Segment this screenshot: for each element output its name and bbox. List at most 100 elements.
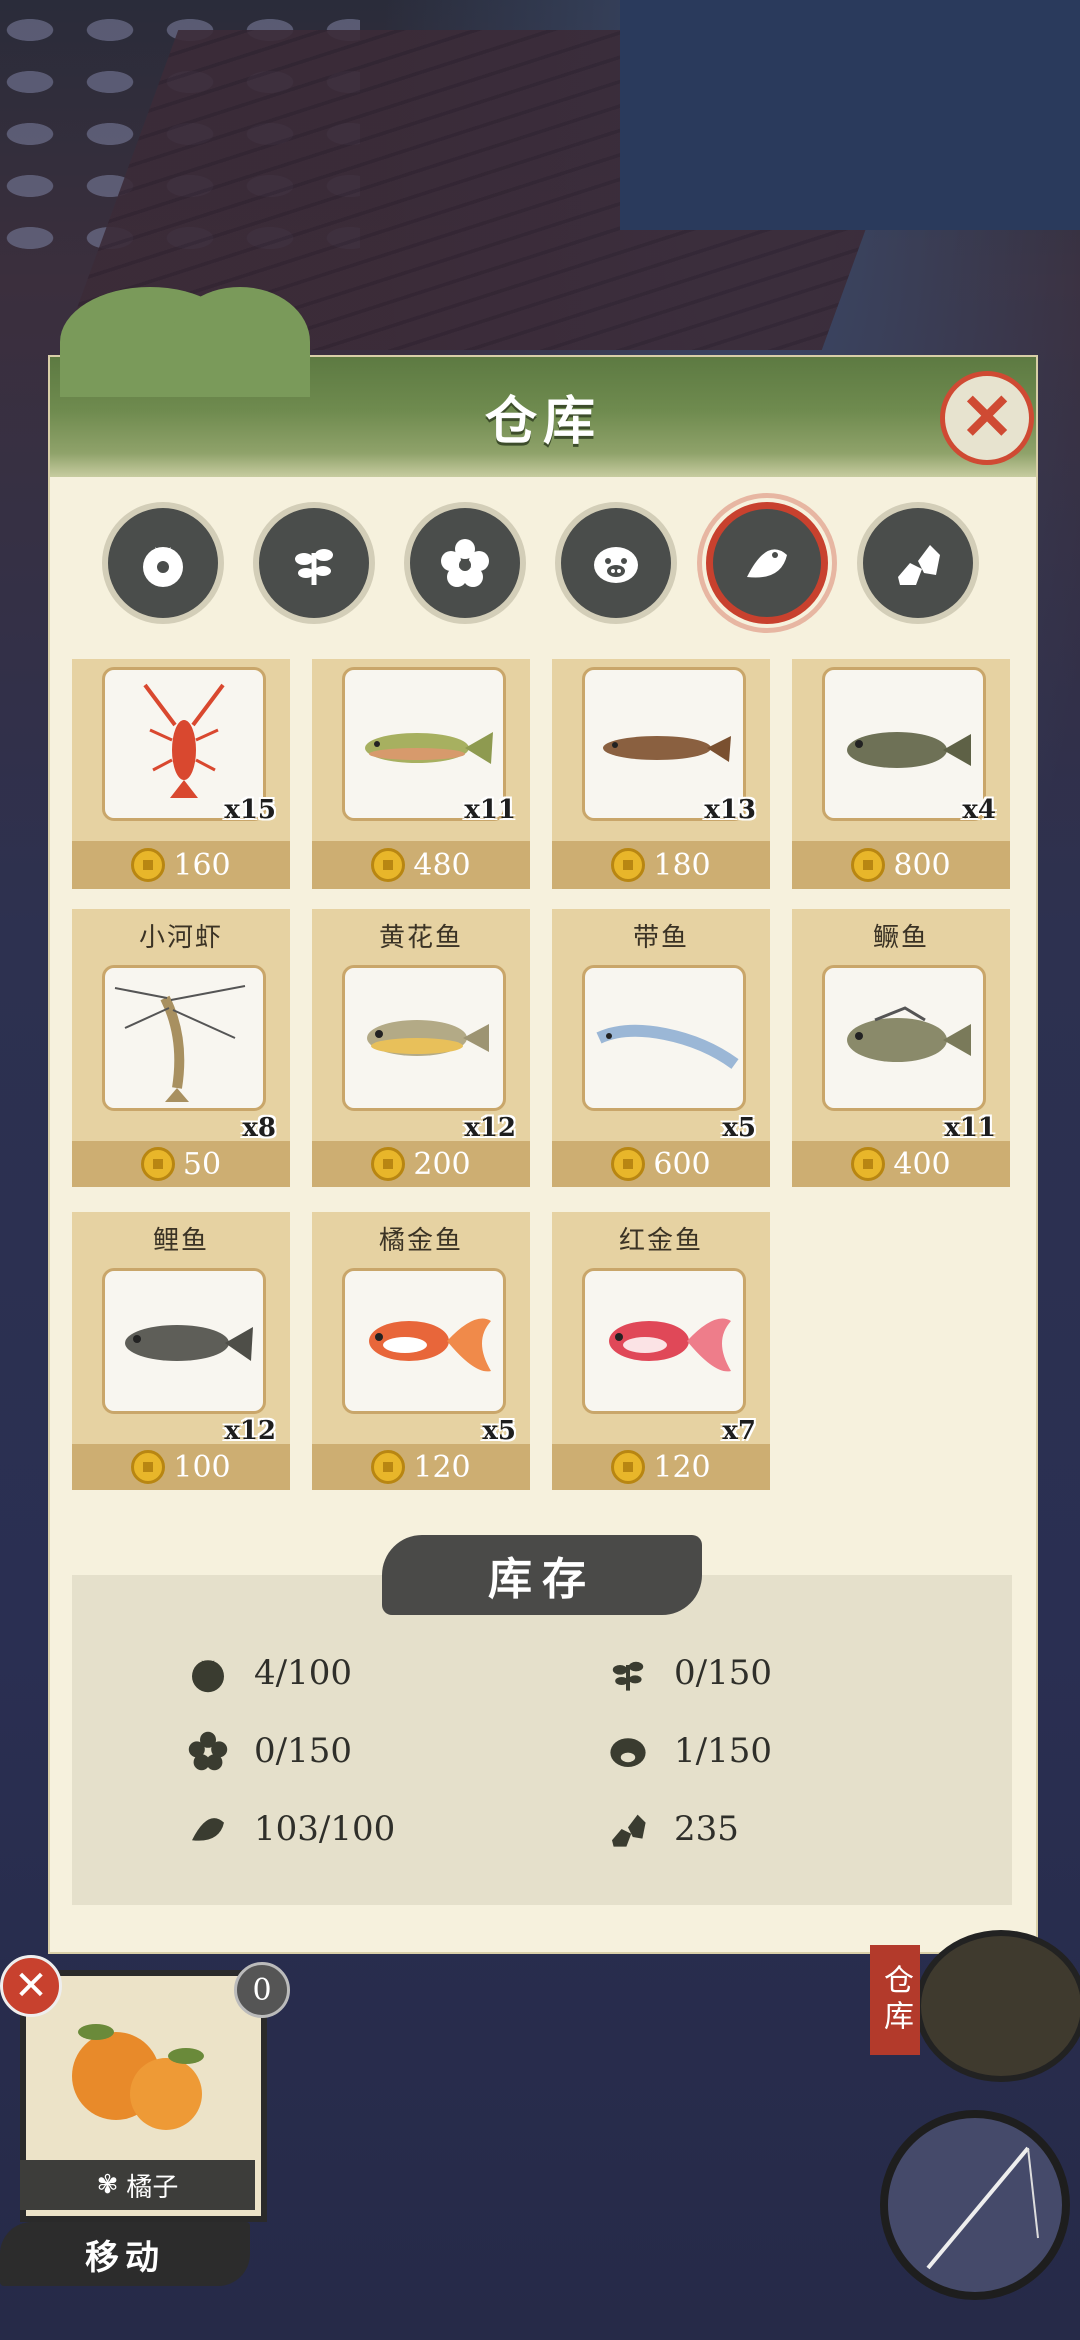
flower-icon [441,539,489,587]
price-value: 50 [182,1146,222,1182]
warehouse-panel: 仓库 ✕ x15 160 x11 480 x13 180 x4 800 小河虾 … [48,287,1038,1954]
coin-icon [140,1147,175,1181]
item-name: 带鱼 [632,923,689,953]
tab-ores[interactable] [857,502,979,624]
move-button[interactable]: 移动 [0,2222,250,2286]
item-quantity: x12 [464,1113,516,1143]
item-image [102,965,266,1111]
herb-icon [602,1647,654,1699]
stock-entry: 1/150 [602,1725,772,1777]
item-price: 200 [312,1141,530,1187]
stock-entry: 0/150 [182,1725,352,1777]
item-image [342,1268,506,1414]
herb-icon [295,549,333,585]
coin-icon [611,1147,646,1181]
item-card[interactable]: 鳜鱼 x11 400 [792,909,1010,1187]
fishing-rod-button[interactable] [880,2110,1070,2300]
stock-entry: 0/150 [602,1647,772,1699]
tab-flowers[interactable] [404,502,526,624]
item-quantity: x5 [722,1113,756,1143]
tab-fish[interactable] [706,502,828,624]
item-card[interactable]: x15 160 [72,659,290,889]
price-value: 200 [413,1146,471,1182]
item-quantity: x15 [224,795,276,825]
coin-icon [611,1450,646,1484]
price-value: 160 [173,847,231,883]
item-name: 橘金鱼 [378,1226,463,1256]
item-card[interactable]: 橘金鱼 x5 120 [312,1212,530,1490]
item-price: 100 [72,1444,290,1490]
coin-icon [851,1147,886,1181]
coin-icon [371,1450,406,1484]
count-badge: 0 [234,1962,290,2018]
item-quantity: x5 [482,1416,516,1446]
panel-header: 仓库 ✕ [50,287,1036,477]
item-card[interactable]: 红金鱼 x7 120 [552,1212,770,1490]
coin-icon [131,1450,166,1484]
orange-goldfish-icon [369,1318,491,1372]
fishing-rod-icon [926,2146,1039,2270]
warehouse-hut[interactable] [915,1930,1080,2082]
item-quantity: x11 [464,795,516,825]
price-value: 120 [653,1449,711,1485]
tomato-icon [182,1647,234,1699]
item-price: 50 [72,1141,290,1187]
tab-vegetables[interactable] [102,502,224,624]
item-image [582,1268,746,1414]
flower-icon [182,1725,234,1777]
pig-icon [594,547,638,583]
item-name: 鳜鱼 [872,923,929,953]
item-quantity: x7 [722,1416,756,1446]
stock-entry: 235 [602,1803,739,1855]
selected-item-name: 橘子 [126,2172,179,2203]
stock-value: 1/150 [674,1731,772,1771]
tab-herbs[interactable] [253,502,375,624]
price-value: 100 [173,1449,231,1485]
coin-icon [611,848,646,882]
item-price: 120 [552,1444,770,1490]
item-card[interactable]: 小河虾 x8 50 [72,909,290,1187]
item-name: 红金鱼 [618,1226,703,1256]
tab-livestock[interactable] [555,502,677,624]
stock-value: 235 [674,1809,739,1849]
item-quantity: x4 [962,795,996,825]
stock-value: 0/150 [674,1653,772,1693]
price-value: 400 [893,1146,951,1182]
item-price: 600 [552,1141,770,1187]
red-goldfish-icon [609,1318,731,1372]
close-icon: ✕ [14,1963,48,2009]
item-price: 800 [792,841,1010,889]
price-value: 800 [893,847,951,883]
warehouse-button[interactable]: 仓库 [870,1945,920,2055]
croaker-icon [367,1020,489,1056]
item-image [582,965,746,1111]
category-tabs [102,502,982,632]
item-price: 400 [792,1141,1010,1187]
close-icon: ✕ [960,380,1014,455]
price-value: 480 [413,847,471,883]
pond [620,0,1080,230]
fish-icon [747,549,787,578]
coin-icon [371,848,406,882]
goby-icon [847,732,971,768]
price-value: 600 [653,1146,711,1182]
price-value: 120 [413,1449,471,1485]
item-card[interactable]: 带鱼 x5 600 [552,909,770,1187]
remove-item-button[interactable]: ✕ [0,1955,62,2017]
stock-entry: 103/100 [182,1803,395,1855]
item-name: 黄花鱼 [378,923,463,953]
item-price: 480 [312,841,530,889]
price-value: 180 [653,847,711,883]
item-card[interactable]: 鲤鱼 x12 100 [72,1212,290,1490]
item-card[interactable]: 黄花鱼 x12 200 [312,909,530,1187]
item-card[interactable]: x13 180 [552,659,770,889]
panel-title: 仓库 [484,391,601,452]
item-card[interactable]: x4 800 [792,659,1010,889]
pig-icon [602,1725,654,1777]
close-button[interactable]: ✕ [940,371,1034,465]
tomato-icon [143,547,183,587]
item-card[interactable]: x11 480 [312,659,530,889]
item-image [822,965,986,1111]
orange-fruit-icon [72,2024,204,2130]
item-quantity: x12 [224,1416,276,1446]
